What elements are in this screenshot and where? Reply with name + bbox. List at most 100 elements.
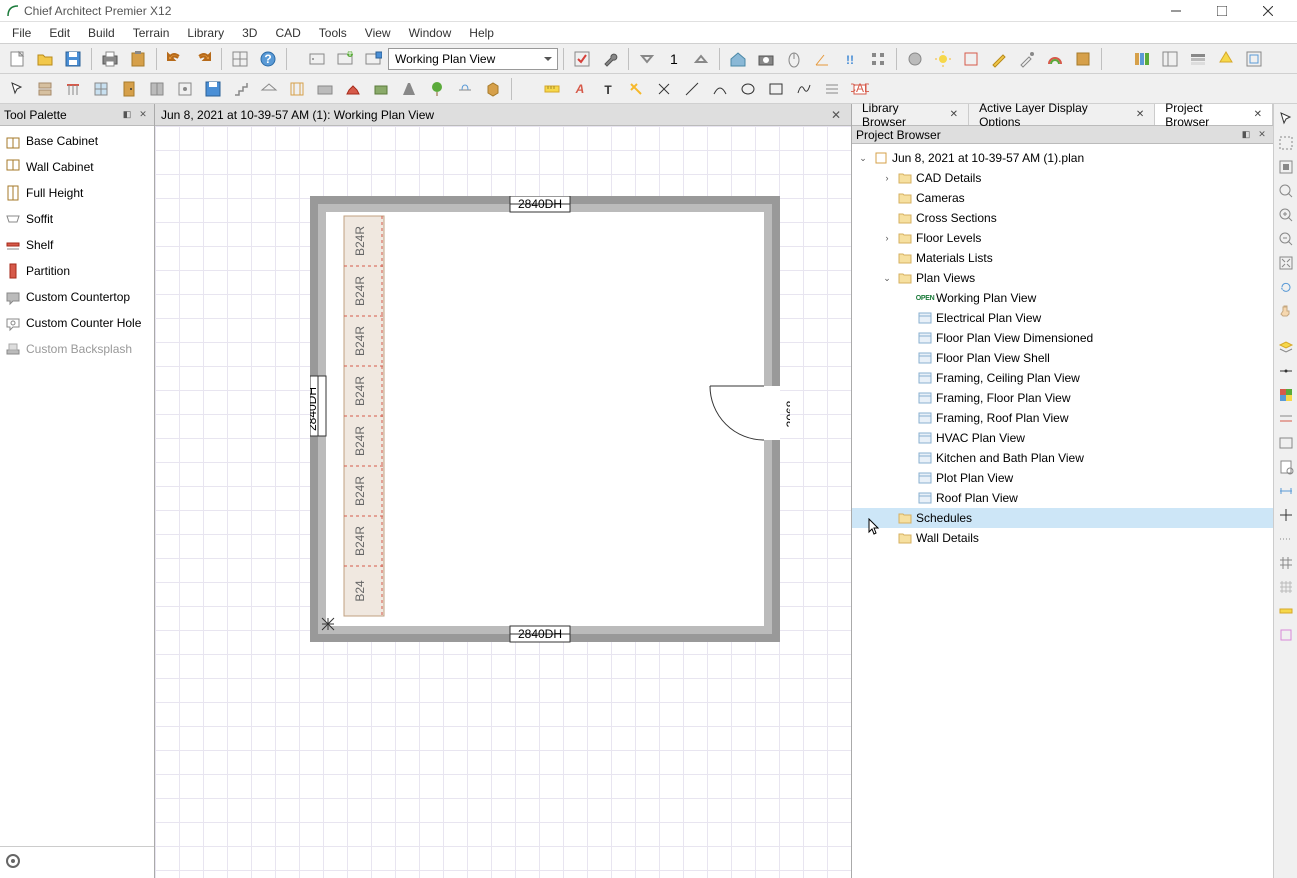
menu-help[interactable]: Help [460, 24, 503, 42]
plan-view-save-icon[interactable] [360, 46, 386, 72]
side-grid-icon[interactable] [1275, 552, 1297, 574]
wall-icon[interactable] [32, 76, 58, 102]
side-color-icon[interactable] [1275, 384, 1297, 406]
minimize-button[interactable] [1153, 0, 1199, 22]
line-icon[interactable] [679, 76, 705, 102]
palette-item-wall-cabinet[interactable]: Wall Cabinet [0, 154, 154, 180]
chevron-right-icon[interactable]: › [880, 173, 894, 183]
side-watermark-icon[interactable] [1275, 624, 1297, 646]
save-icon[interactable] [60, 46, 86, 72]
aldo-icon[interactable] [1213, 46, 1239, 72]
sprinkler-icon[interactable] [452, 76, 478, 102]
railing-icon[interactable] [60, 76, 86, 102]
plan-view-icon[interactable] [304, 46, 330, 72]
view-dropdown[interactable]: Working Plan View [388, 48, 558, 70]
material-painter-icon[interactable] [986, 46, 1012, 72]
menu-window[interactable]: Window [400, 24, 461, 42]
tree-item-plan-views[interactable]: ⌄Plan Views [852, 268, 1273, 288]
floor-up-icon[interactable] [688, 46, 714, 72]
floor-down-icon[interactable] [634, 46, 660, 72]
spline-icon[interactable] [791, 76, 817, 102]
tree-item-plot-plan-view[interactable]: Plot Plan View [852, 468, 1273, 488]
menu-tools[interactable]: Tools [310, 24, 356, 42]
menu-file[interactable]: File [3, 24, 40, 42]
gear-icon[interactable] [4, 852, 22, 873]
project-browser-icon[interactable] [1157, 46, 1183, 72]
select-icon[interactable] [4, 76, 30, 102]
dimension-icon[interactable]: A [567, 76, 593, 102]
menu-view[interactable]: View [356, 24, 400, 42]
adjust-material-icon[interactable] [902, 46, 928, 72]
floor-plan-drawing[interactable]: 2840DH 2840DH 2840DH 3068 B24RB24RB24RB2… [310, 196, 790, 656]
side-grid2-icon[interactable] [1275, 576, 1297, 598]
tree-item-roof-plan-view[interactable]: Roof Plan View [852, 488, 1273, 508]
plant-icon[interactable] [424, 76, 450, 102]
panel-close-icon[interactable]: ✕ [1255, 128, 1269, 142]
redo-icon[interactable] [190, 46, 216, 72]
side-arc-center-icon[interactable] [1275, 360, 1297, 382]
side-refresh-icon[interactable] [1275, 276, 1297, 298]
box-icon[interactable] [480, 76, 506, 102]
document-tab[interactable]: Jun 8, 2021 at 10-39-57 AM (1): Working … [155, 104, 851, 126]
tree-item-wall-details[interactable]: Wall Details [852, 528, 1273, 548]
side-select-icon[interactable] [1275, 108, 1297, 130]
stair-icon[interactable] [228, 76, 254, 102]
side-zoom-in-icon[interactable] [1275, 204, 1297, 226]
dormer-icon[interactable] [340, 76, 366, 102]
side-zoom-out-icon[interactable] [1275, 228, 1297, 250]
side-crosshair-icon[interactable] [1275, 504, 1297, 526]
new-file-icon[interactable] [4, 46, 30, 72]
panel-pin-icon[interactable]: ◧ [120, 108, 134, 122]
menu-build[interactable]: Build [79, 24, 124, 42]
chevron-right-icon[interactable]: › [880, 233, 894, 243]
cabinet-icon[interactable] [144, 76, 170, 102]
point-icon[interactable] [651, 76, 677, 102]
side-print-preview-icon[interactable] [1275, 456, 1297, 478]
sun-icon[interactable] [930, 46, 956, 72]
tree-item-schedules[interactable]: Schedules [852, 508, 1273, 528]
slab-icon[interactable] [312, 76, 338, 102]
paste-icon[interactable] [125, 46, 151, 72]
tree-item-materials-lists[interactable]: Materials Lists [852, 248, 1273, 268]
delete-surface-icon[interactable] [958, 46, 984, 72]
roof-icon[interactable] [256, 76, 282, 102]
tab-close-icon[interactable]: ✕ [950, 109, 958, 120]
electrical-icon[interactable] [172, 76, 198, 102]
revision-cloud-icon[interactable] [819, 76, 845, 102]
plan-view-new-icon[interactable]: + [332, 46, 358, 72]
palette-item-full-height[interactable]: Full Height [0, 180, 154, 206]
palette-item-shelf[interactable]: Shelf [0, 232, 154, 258]
panel-close-icon[interactable]: ✕ [136, 108, 150, 122]
menu-library[interactable]: Library [178, 24, 233, 42]
side-temp-dim-icon[interactable] [1275, 480, 1297, 502]
panel-pin-icon[interactable]: ◧ [1239, 128, 1253, 142]
project-browser-tree[interactable]: ⌄Jun 8, 2021 at 10-39-57 AM (1).plan›CAD… [852, 144, 1273, 878]
tree-item-framing-floor-plan-view[interactable]: Framing, Floor Plan View [852, 388, 1273, 408]
reference-display-icon[interactable] [1241, 46, 1267, 72]
right-tab-project-browser[interactable]: Project Browser✕ [1155, 104, 1273, 125]
door-tool-icon[interactable] [116, 76, 142, 102]
side-extents-icon[interactable] [1275, 156, 1297, 178]
tree-item-floor-levels[interactable]: ›Floor Levels [852, 228, 1273, 248]
tab-close-icon[interactable]: ✕ [1136, 109, 1144, 120]
ruler-icon[interactable] [539, 76, 565, 102]
tree-item-cameras[interactable]: Cameras [852, 188, 1273, 208]
side-dotted-icon[interactable] [1275, 528, 1297, 550]
right-tab-library-browser[interactable]: Library Browser✕ [852, 104, 969, 125]
menu-cad[interactable]: CAD [266, 24, 309, 42]
palette-item-partition[interactable]: Partition [0, 258, 154, 284]
chevron-down-icon[interactable]: ⌄ [856, 153, 870, 164]
box-cad-icon[interactable] [763, 76, 789, 102]
layout-icon[interactable] [227, 46, 253, 72]
help-icon[interactable]: ? [255, 46, 281, 72]
side-pan-icon[interactable] [1275, 300, 1297, 322]
side-line-weight-icon[interactable] [1275, 432, 1297, 454]
close-button[interactable] [1245, 0, 1291, 22]
side-zoom-window-icon[interactable] [1275, 132, 1297, 154]
tree-item-kitchen-and-bath-plan-view[interactable]: Kitchen and Bath Plan View [852, 448, 1273, 468]
rainbow-icon[interactable] [1042, 46, 1068, 72]
tree-item-hvac-plan-view[interactable]: HVAC Plan View [852, 428, 1273, 448]
tree-item-cad-details[interactable]: ›CAD Details [852, 168, 1273, 188]
maximize-button[interactable] [1199, 0, 1245, 22]
tree-item-working-plan-view[interactable]: OPENWorking Plan View [852, 288, 1273, 308]
